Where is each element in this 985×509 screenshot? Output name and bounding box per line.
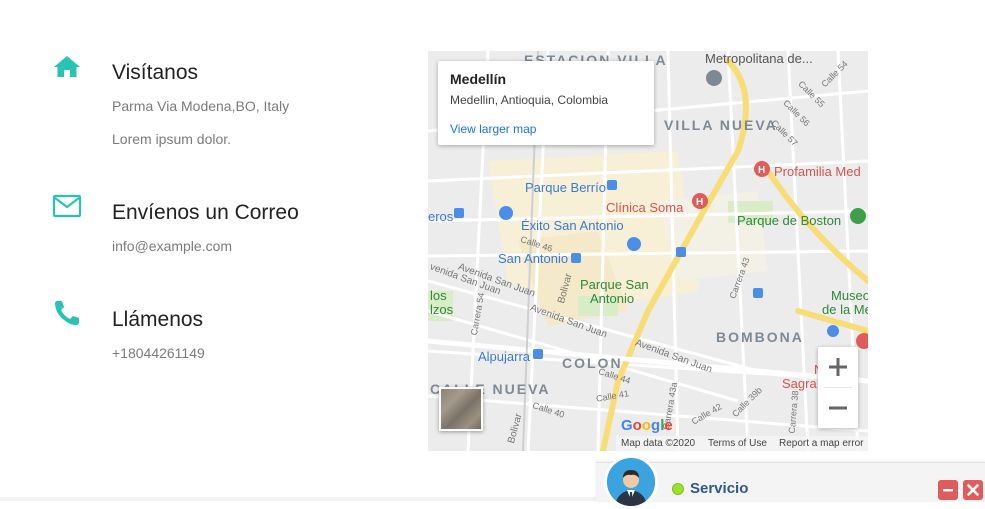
phone-title: Llámenos [112, 308, 204, 331]
poi-exito: Éxito San Antonio [521, 218, 624, 233]
email-link[interactable]: info@example.com [112, 238, 232, 254]
agent-person-icon [607, 458, 655, 506]
chat-service-label: Servicio [690, 480, 749, 497]
poi-parque-san-antonio-2: Antonio [590, 291, 635, 306]
zoom-controls [818, 347, 858, 428]
phone-icon [55, 301, 79, 325]
minus-icon [829, 406, 847, 410]
poi-alpujarra: Alpujarra [478, 349, 531, 364]
chat-widget-bar[interactable]: Servicio [596, 455, 985, 509]
district-villa-nueva: VILLA NUEVA [664, 117, 778, 133]
poi-left-zos: lzos [430, 302, 454, 317]
place-address: Medellin, Antioquia, Colombia [450, 93, 609, 107]
terms-of-use-link[interactable]: Terms of Use [708, 438, 767, 449]
poi-metropolitana: Metropolitana de... [705, 51, 813, 66]
poi-parque-berrio: Parque Berrío [525, 180, 606, 195]
poi-profamilia: Profamilia Med [774, 164, 861, 179]
minimize-icon [943, 489, 953, 492]
view-larger-map-link[interactable]: View larger map [450, 122, 536, 136]
map-data-label: Map data ©2020 [621, 438, 696, 449]
poi-clinica-soma: Clínica Soma [606, 200, 684, 215]
plus-icon [829, 358, 847, 376]
satellite-toggle-button[interactable] [439, 387, 483, 431]
map-embed[interactable]: H H ESTACION VILLA VILLA NUEVA BOMBONA C… [428, 51, 868, 451]
chat-minimize-button[interactable] [938, 480, 958, 500]
zoom-in-button[interactable] [818, 347, 858, 387]
visit-address: Parma Via Modena,BO, Italy [112, 98, 290, 114]
email-title: Envíenos un Correo [112, 201, 299, 224]
poi-museo-1: Museo [831, 288, 868, 303]
visit-note: Lorem ipsum dolor. [112, 131, 232, 147]
poi-museo-2: de la Me [822, 302, 868, 317]
district-bombona: BOMBONA [716, 329, 804, 345]
district-colon: COLON [562, 355, 623, 371]
zoom-out-button[interactable] [818, 388, 858, 428]
chat-close-button[interactable] [963, 480, 983, 500]
phone-link[interactable]: +18044261149 [112, 345, 205, 361]
poi-nuevo-sagrado-2: Sagra [782, 376, 817, 391]
close-icon [967, 484, 979, 496]
home-icon [54, 56, 80, 77]
poi-parque-boston: Parque de Boston [737, 213, 842, 228]
place-info-card: Medellín Medellin, Antioquia, Colombia V… [438, 61, 654, 145]
map-attribution-bar: Map data ©2020 Terms of Use Report a map… [616, 436, 868, 451]
google-logo: Google [621, 417, 673, 434]
online-status-dot [672, 483, 684, 495]
envelope-icon [52, 194, 82, 218]
page-bottom-edge [0, 497, 596, 501]
svg-text:H: H [758, 165, 765, 176]
poi-san-antonio: San Antonio [498, 251, 569, 266]
poi-left-eros: eros [428, 209, 454, 224]
svg-text:H: H [696, 197, 703, 208]
visit-title: Visítanos [112, 61, 198, 84]
poi-parque-san-antonio-1: Parque San [580, 277, 649, 292]
report-map-error-link[interactable]: Report a map error [779, 438, 863, 449]
place-title: Medellín [450, 71, 507, 87]
poi-left-los: los [430, 288, 447, 303]
